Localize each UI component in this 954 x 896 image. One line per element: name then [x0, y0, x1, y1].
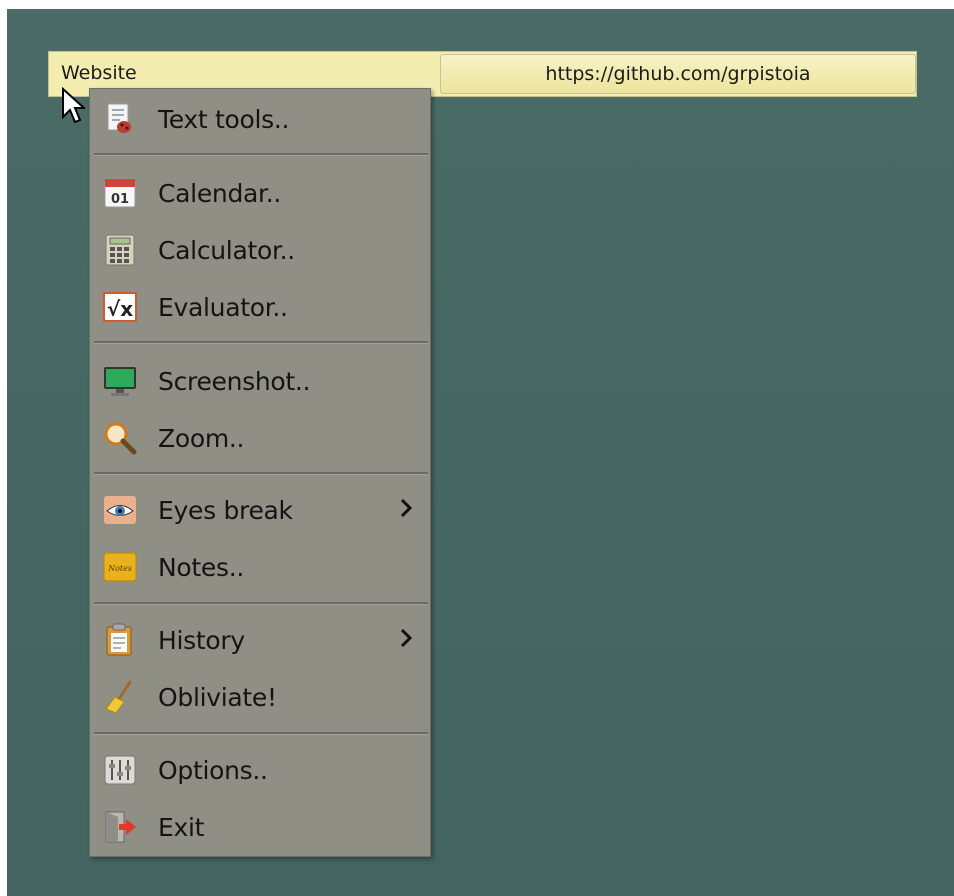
menu-separator — [94, 732, 428, 735]
menu-item-zoom[interactable]: Zoom.. — [90, 412, 430, 464]
website-url-button[interactable]: https://github.com/grpistoia — [440, 54, 916, 94]
calendar-icon: 01 — [104, 178, 136, 208]
menu-item-label: History — [158, 626, 245, 655]
text-tools-icon — [107, 103, 131, 133]
menu-item-label: Zoom.. — [158, 424, 245, 453]
menu-item-evaluator[interactable]: √x Evaluator.. — [90, 281, 430, 333]
menu-separator — [94, 472, 428, 475]
menu-item-label: Obliviate! — [158, 683, 277, 712]
svg-text:Notes: Notes — [107, 564, 132, 573]
menu-separator — [94, 153, 428, 156]
mouse-cursor-icon — [62, 87, 85, 124]
svg-text:01: 01 — [111, 192, 129, 207]
screenshot-icon — [104, 367, 136, 396]
menu-item-label: Calculator.. — [158, 236, 295, 265]
menu-item-label: Evaluator.. — [158, 293, 288, 322]
calculator-icon — [105, 234, 135, 266]
chevron-right-icon — [400, 498, 413, 518]
sliders-icon — [104, 755, 136, 785]
menu-item-label: Screenshot.. — [158, 367, 311, 396]
exit-icon — [105, 811, 136, 843]
menu-separator — [94, 602, 428, 605]
info-label: Website — [61, 62, 137, 84]
menu-item-label: Exit — [158, 813, 205, 842]
menu-item-calendar[interactable]: 01 Calendar.. — [90, 167, 430, 219]
menu-item-label: Calendar.. — [158, 179, 282, 208]
menu-item-text-tools[interactable]: Text tools.. — [90, 93, 430, 145]
menu-separator — [94, 341, 428, 344]
menu-item-notes[interactable]: Notes Notes.. — [90, 541, 430, 593]
menu-item-label: Options.. — [158, 756, 268, 785]
svg-text:√x: √x — [107, 297, 133, 321]
menu-item-calculator[interactable]: Calculator.. — [90, 224, 430, 276]
menu-item-label: Eyes break — [158, 496, 293, 525]
menu-item-options[interactable]: Options.. — [90, 744, 430, 796]
notes-icon: Notes — [103, 552, 137, 582]
menu-item-screenshot[interactable]: Screenshot.. — [90, 355, 430, 407]
broom-icon — [105, 680, 132, 714]
context-menu: Text tools.. 01 Calendar.. Calculator.. … — [89, 88, 431, 857]
menu-item-label: Notes.. — [158, 553, 244, 582]
menu-item-label: Text tools.. — [158, 105, 290, 134]
menu-item-obliviate[interactable]: Obliviate! — [90, 671, 430, 723]
menu-item-history[interactable]: History — [90, 614, 430, 666]
eye-icon — [104, 496, 136, 524]
clipboard-icon — [106, 623, 132, 656]
menu-item-eyes-break[interactable]: Eyes break — [90, 484, 430, 536]
chevron-right-icon — [400, 628, 413, 648]
evaluator-icon: √x — [103, 292, 137, 322]
zoom-icon — [104, 422, 137, 455]
menu-item-exit[interactable]: Exit — [90, 801, 430, 853]
